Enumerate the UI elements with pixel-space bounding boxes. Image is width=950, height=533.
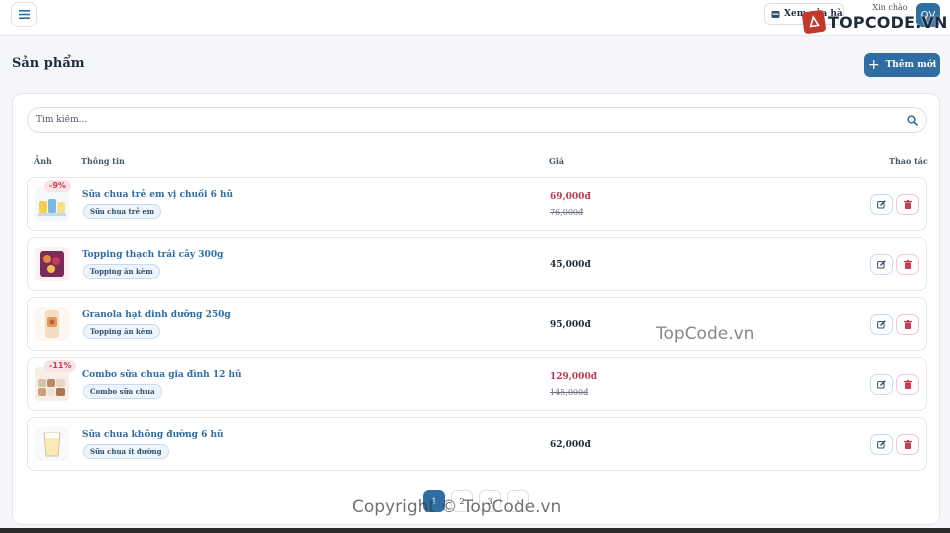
product-price: 69,000đ <box>550 192 591 202</box>
delete-button[interactable] <box>896 254 919 275</box>
edit-icon <box>877 380 886 389</box>
watermark-text: TopCode.vn <box>656 324 755 344</box>
add-new-button[interactable]: + Thêm mới <box>864 53 940 77</box>
search-bar <box>27 107 927 133</box>
plus-icon: + <box>867 57 880 73</box>
table-row: Topping thạch trái cây 300g Topping ăn k… <box>27 237 927 291</box>
watermark-logo-icon <box>801 9 827 35</box>
original-price: 76,000đ <box>550 208 584 217</box>
products-card: Ảnh Thông tin Giá Thao tác -9% Sữa chua … <box>12 93 940 525</box>
product-name[interactable]: Topping thạch trái cây 300g <box>82 250 223 260</box>
trash-icon <box>903 440 912 449</box>
edit-icon <box>877 260 886 269</box>
edit-icon <box>877 320 886 329</box>
product-price: 45,000đ <box>550 260 591 270</box>
discount-badge: -11% <box>44 360 77 372</box>
copyright-watermark: Copyright © TopCode.vn <box>352 497 562 517</box>
add-new-label: Thêm mới <box>885 60 937 70</box>
category-badge: Sữa chua ít đường <box>83 444 169 459</box>
page-title: Sản phẩm <box>12 56 85 71</box>
table-row: -11% Combo sữa chua gia đình 12 hũ Combo… <box>27 357 927 411</box>
watermark-logo-text: TOPCODE.VN <box>828 12 948 32</box>
product-name[interactable]: Combo sữa chua gia đình 12 hũ <box>82 370 242 380</box>
bottom-edge-bar <box>0 528 950 533</box>
edit-button[interactable] <box>870 314 893 335</box>
column-header-price: Giá <box>549 156 565 166</box>
trash-icon <box>903 320 912 329</box>
column-header-info: Thông tin <box>81 156 125 166</box>
product-name[interactable]: Sữa chua trẻ em vị chuối 6 hũ <box>82 190 233 200</box>
table-row: -9% Sữa chua trẻ em vị chuối 6 hũ Sữa ch… <box>27 177 927 231</box>
edit-icon <box>877 440 886 449</box>
table-row: Granola hạt dinh dưỡng 250g Topping ăn k… <box>27 297 927 351</box>
edit-button[interactable] <box>870 374 893 395</box>
top-bar: Xem cửa hàng Xin chào QV TOPCODE.VN <box>0 0 950 36</box>
column-header-image: Ảnh <box>34 156 52 166</box>
product-image <box>35 247 69 281</box>
delete-button[interactable] <box>896 434 919 455</box>
column-header-actions: Thao tác <box>889 156 928 166</box>
watermark-logo: TOPCODE.VN <box>801 9 948 35</box>
product-price: 95,000đ <box>550 320 591 330</box>
search-icon[interactable] <box>907 114 918 126</box>
store-icon <box>771 10 780 18</box>
trash-icon <box>903 380 912 389</box>
hamburger-icon <box>18 10 30 19</box>
edit-button[interactable] <box>870 194 893 215</box>
edit-button[interactable] <box>870 434 893 455</box>
category-badge: Topping ăn kèm <box>83 264 160 279</box>
product-image <box>35 367 69 401</box>
product-image <box>35 187 69 221</box>
search-input[interactable] <box>36 115 907 125</box>
category-badge: Topping ăn kèm <box>83 324 160 339</box>
edit-button[interactable] <box>870 254 893 275</box>
discount-badge: -9% <box>44 180 71 192</box>
delete-button[interactable] <box>896 314 919 335</box>
product-image <box>35 427 69 461</box>
product-name[interactable]: Granola hạt dinh dưỡng 250g <box>82 310 231 320</box>
category-badge: Combo sữa chua <box>83 384 162 399</box>
product-name[interactable]: Sữa chua không đường 6 hũ <box>82 430 224 440</box>
menu-toggle-button[interactable] <box>11 2 37 27</box>
trash-icon <box>903 200 912 209</box>
product-price: 129,000đ <box>550 372 597 382</box>
trash-icon <box>903 260 912 269</box>
table-row: Sữa chua không đường 6 hũ Sữa chua ít đư… <box>27 417 927 471</box>
product-image <box>35 307 69 341</box>
edit-icon <box>877 200 886 209</box>
original-price: 145,000đ <box>550 388 589 397</box>
delete-button[interactable] <box>896 194 919 215</box>
delete-button[interactable] <box>896 374 919 395</box>
category-badge: Sữa chua trẻ em <box>83 204 162 219</box>
product-price: 62,000đ <box>550 440 591 450</box>
